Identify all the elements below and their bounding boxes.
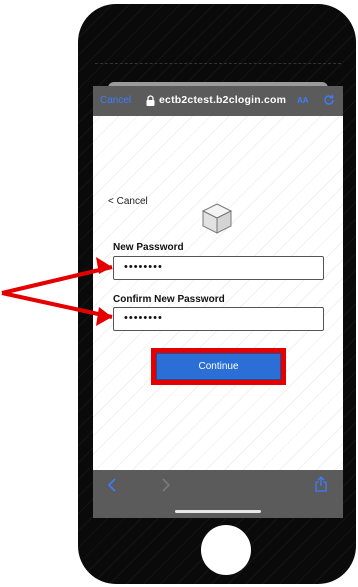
arrowhead-confirm-password-icon [96, 307, 112, 326]
annotation-arrows [1, 257, 113, 326]
arrow-to-confirm-password [1, 291, 113, 319]
arrow-to-new-password [1, 265, 113, 295]
